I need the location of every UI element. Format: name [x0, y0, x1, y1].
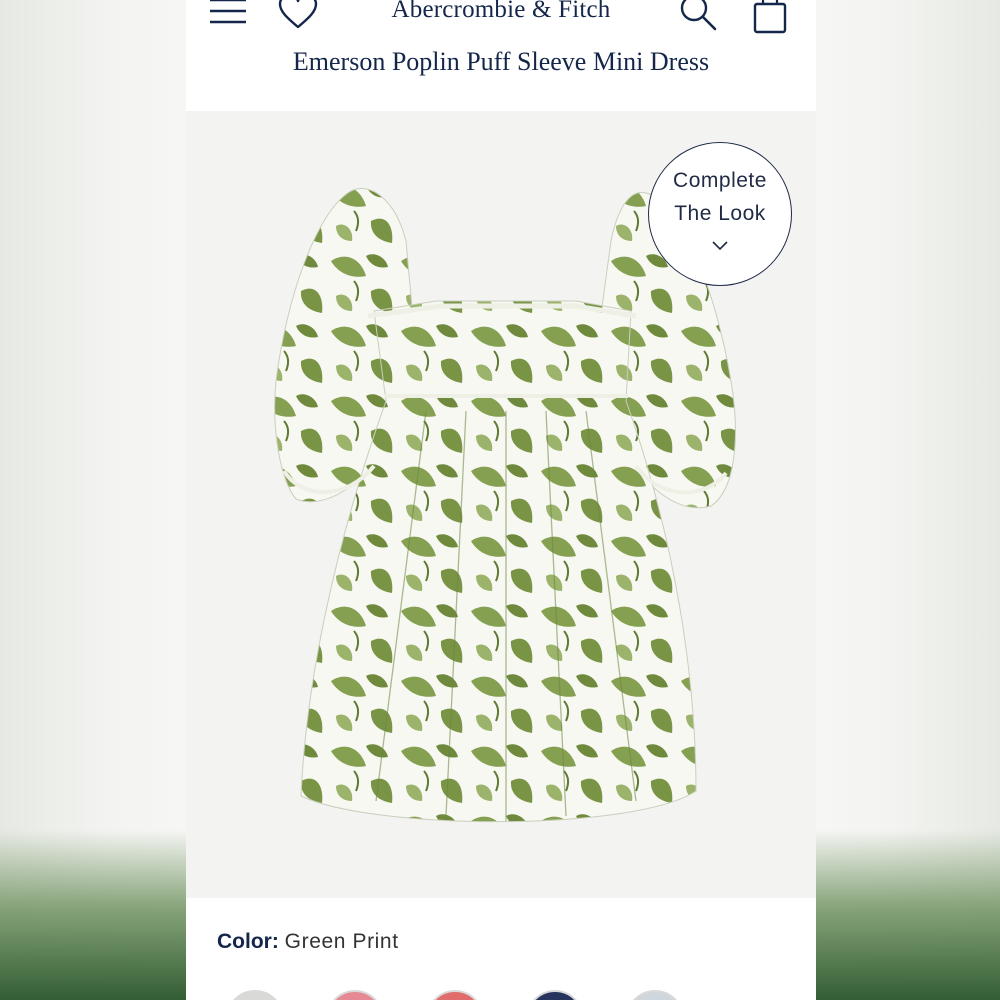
search-icon[interactable] — [678, 0, 718, 32]
complete-the-look-button[interactable]: Complete The Look — [648, 142, 792, 286]
color-swatch-2[interactable] — [326, 990, 384, 1000]
product-title: Emerson Poplin Puff Sleeve Mini Dress — [292, 47, 710, 76]
color-swatch-1[interactable] — [226, 990, 284, 1000]
top-navigation-bar: Abercrombie & Fitch — [186, 0, 816, 40]
color-value: Green Print — [284, 930, 399, 953]
complete-the-look-line2: The Look — [674, 202, 766, 225]
dress-image — [274, 188, 736, 823]
brand-logo[interactable]: Abercrombie & Fitch — [186, 0, 816, 24]
phone-screen: Abercrombie & Fitch Emerson Poplin Puff … — [186, 0, 816, 1000]
color-swatch-3[interactable] — [426, 990, 484, 1000]
blurred-background-right — [816, 0, 1000, 1000]
color-selector-label: Color: Green Print — [217, 930, 399, 954]
bag-icon[interactable] — [752, 0, 788, 34]
product-image[interactable]: Complete The Look — [186, 111, 816, 898]
color-label: Color: — [217, 930, 279, 953]
color-swatch-5[interactable] — [626, 990, 684, 1000]
color-swatch-4[interactable] — [526, 990, 584, 1000]
chevron-down-icon — [712, 241, 728, 251]
blurred-background-left — [0, 0, 186, 1000]
complete-the-look-line1: Complete — [673, 169, 767, 192]
